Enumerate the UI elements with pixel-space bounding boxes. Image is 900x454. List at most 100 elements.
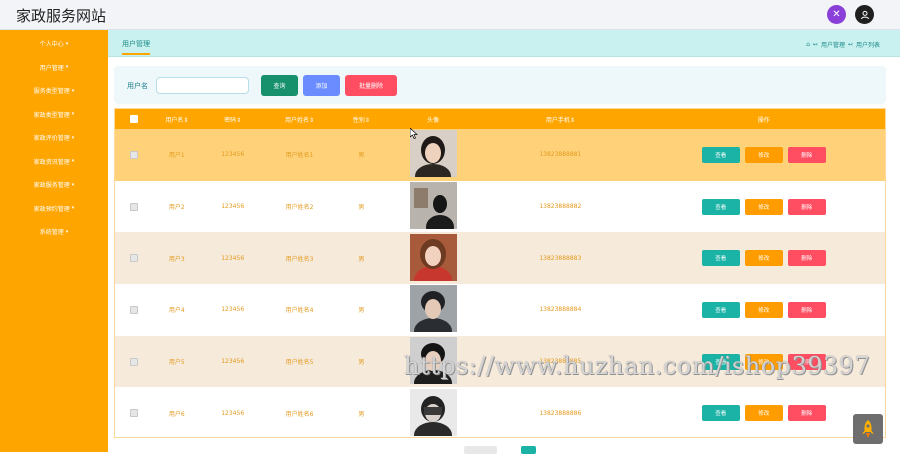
cell-gender: 男: [358, 410, 365, 418]
chevron-down-icon: ▾: [71, 111, 75, 118]
theme-switch-icon[interactable]: ✕: [827, 5, 846, 24]
cell-password: 123456: [221, 203, 245, 211]
column-header-username[interactable]: 用户名⇕: [153, 115, 201, 124]
chevron-down-icon: ▾: [71, 158, 75, 165]
sidebar-item-personal-center[interactable]: 个人中心 ▾: [0, 32, 108, 56]
cell-username: 用户5: [168, 359, 185, 367]
row-checkbox[interactable]: [129, 357, 138, 366]
sidebar-item-evaluation[interactable]: 家政评价管理 ▾: [0, 126, 108, 150]
arrow-icon: ↢: [847, 41, 853, 48]
cell-password: 123456: [221, 151, 245, 159]
row-checkbox[interactable]: [129, 202, 138, 211]
cell-name: 用户姓名6: [285, 410, 314, 418]
avatar-photo: [409, 388, 457, 437]
view-button[interactable]: 查看: [701, 146, 740, 163]
delete-button[interactable]: 删除: [787, 405, 826, 422]
chevron-down-icon: ▾: [65, 228, 69, 235]
edit-button[interactable]: 修改: [744, 405, 783, 422]
view-button[interactable]: 查看: [701, 250, 740, 267]
cell-name: 用户姓名5: [285, 359, 314, 367]
sidebar-item-service-type[interactable]: 服务类型管理 ▾: [0, 79, 108, 103]
avatar-photo: [409, 285, 457, 345]
tab-bar: 用户管理 ⌂ ↢ 用户管理 ↢ 用户列表: [108, 30, 900, 57]
cell-phone: 13823888883: [539, 254, 582, 262]
cell-username: 用户2: [168, 204, 185, 212]
column-header-name[interactable]: 用户姓名⇕: [265, 115, 335, 124]
cell-password: 123456: [221, 358, 245, 366]
rocket-icon[interactable]: [853, 414, 883, 444]
cell-password: 123456: [221, 409, 245, 417]
add-button[interactable]: 添加: [303, 75, 340, 96]
delete-button[interactable]: 删除: [787, 146, 826, 163]
search-panel: 用户名 查询 添加 批量删除: [114, 66, 886, 104]
user-table: 用户名⇕ 密码⇕ 用户姓名⇕ 性别⇕ 头像 用户手机⇕ 操作 用户1 12345…: [114, 108, 886, 438]
cell-password: 123456: [221, 254, 245, 262]
table-row[interactable]: 用户2 123456 用户姓名2 男 13823888882 查看 修改 删除: [115, 180, 885, 240]
user-avatar-icon[interactable]: [855, 5, 874, 24]
cell-name: 用户姓名4: [285, 307, 314, 315]
avatar-photo: [409, 233, 457, 294]
view-button[interactable]: 查看: [701, 405, 740, 422]
sidebar-item-housekeeping-type[interactable]: 家政类型管理 ▾: [0, 103, 108, 127]
column-header-gender[interactable]: 性别⇕: [334, 115, 388, 124]
cell-gender: 男: [358, 359, 365, 367]
mouse-cursor-icon: [410, 128, 418, 139]
breadcrumb: ⌂ ↢ 用户管理 ↢ 用户列表: [806, 40, 880, 49]
query-button[interactable]: 查询: [261, 75, 298, 96]
sidebar-item-news[interactable]: 家政资讯管理 ▾: [0, 150, 108, 174]
cell-username: 用户4: [168, 307, 185, 315]
delete-button[interactable]: 删除: [787, 198, 826, 215]
column-header-avatar: 头像: [427, 116, 440, 124]
chevron-down-icon: ▾: [71, 87, 75, 94]
view-button[interactable]: 查看: [701, 198, 740, 215]
edit-button[interactable]: 修改: [744, 198, 783, 215]
site-title: 家政服务网站: [16, 7, 107, 25]
cell-username: 用户6: [168, 410, 185, 418]
edit-button[interactable]: 修改: [744, 301, 783, 318]
edit-button[interactable]: 修改: [744, 250, 783, 267]
batch-delete-button[interactable]: 批量删除: [345, 75, 397, 96]
breadcrumb-item: 用户列表: [855, 42, 880, 49]
sidebar-item-appointment[interactable]: 家政预约管理 ▾: [0, 197, 108, 221]
sidebar: 个人中心 ▾ 用户管理 ▾ 服务类型管理 ▾ 家政类型管理 ▾ 家政评价管理 ▾ 家政资讯…: [0, 30, 108, 452]
column-header-password[interactable]: 密码⇕: [201, 115, 265, 124]
sidebar-item-service[interactable]: 家政服务管理 ▾: [0, 173, 108, 197]
cell-phone: 13823888884: [539, 306, 582, 314]
cell-name: 用户姓名2: [285, 204, 314, 212]
table-row[interactable]: 用户1 123456 用户姓名1 男 13823888881 查看 修改 删除: [115, 129, 885, 189]
row-checkbox[interactable]: [129, 409, 138, 418]
breadcrumb-item[interactable]: 用户管理: [821, 40, 845, 49]
cell-gender: 男: [358, 204, 365, 212]
table-row[interactable]: 用户6 123456 用户姓名6 男 13823888886 查看 修改 删除: [115, 387, 885, 437]
row-checkbox[interactable]: [129, 254, 138, 263]
home-icon[interactable]: ⌂: [806, 41, 810, 48]
pagination-current-page[interactable]: [521, 446, 536, 454]
cell-username: 用户1: [168, 152, 185, 160]
cell-phone: 13823888886: [539, 409, 582, 417]
cell-name: 用户姓名1: [285, 152, 314, 160]
delete-button[interactable]: 删除: [787, 301, 826, 318]
cell-phone: 13823888882: [539, 203, 582, 211]
delete-button[interactable]: 删除: [787, 250, 826, 267]
cell-username: 用户3: [168, 255, 185, 263]
sidebar-item-system[interactable]: 系统管理 ▾: [0, 220, 108, 244]
column-header-phone[interactable]: 用户手机⇕: [478, 115, 643, 124]
table-row[interactable]: 用户3 123456 用户姓名3 男 13823888883 查看 修改 删除: [115, 232, 885, 294]
tab-user-management[interactable]: 用户管理: [122, 39, 150, 55]
username-search-input[interactable]: [156, 77, 249, 94]
row-checkbox[interactable]: [129, 150, 138, 159]
arrow-icon: ↢: [812, 41, 818, 48]
select-all-checkbox[interactable]: [129, 115, 138, 123]
top-bar: 家政服务网站 ✕: [0, 0, 900, 30]
cell-name: 用户姓名3: [285, 255, 314, 263]
pagination-prev[interactable]: [464, 446, 497, 454]
column-header-actions: 操作: [757, 116, 770, 124]
row-checkbox[interactable]: [129, 305, 138, 314]
view-button[interactable]: 查看: [701, 301, 740, 318]
sidebar-item-user-management[interactable]: 用户管理 ▾: [0, 56, 108, 80]
watermark-text: https://www.huzhan.com/ishop39397: [404, 352, 871, 380]
table-row[interactable]: 用户4 123456 用户姓名4 男 13823888884 查看 修改 删除: [115, 284, 885, 345]
cell-gender: 男: [358, 307, 365, 315]
edit-button[interactable]: 修改: [744, 146, 783, 163]
search-label: 用户名: [127, 82, 148, 90]
